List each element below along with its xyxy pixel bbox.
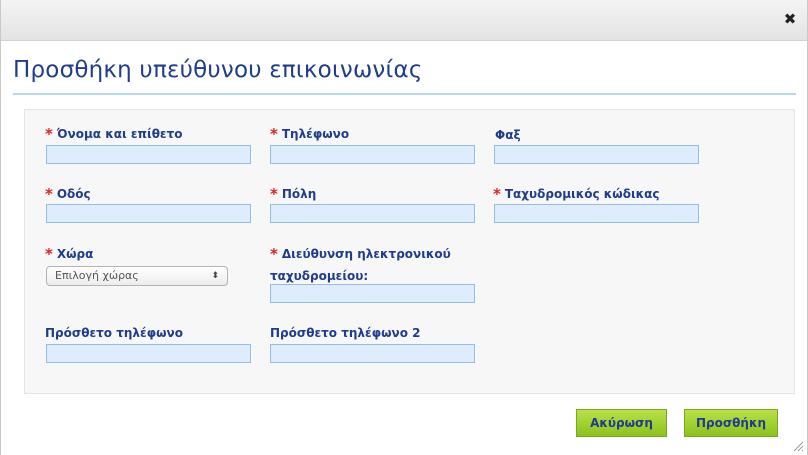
extra-phone-input[interactable] [46, 344, 251, 363]
phone-field-group: * Τηλέφωνο [270, 124, 349, 143]
fax-label: Φαξ [495, 128, 521, 142]
email-label-line2: ταχυδρομείου: [270, 269, 369, 283]
dialog-titlebar: ✖ [1, 0, 807, 41]
city-label: * Πόλη [270, 185, 317, 203]
street-label: * Οδός [45, 185, 91, 203]
email-input[interactable] [270, 284, 475, 303]
dialog: ✖ Προσθήκη υπεύθυνου επικοινωνίας * Όνομα… [0, 0, 808, 455]
name-field-group: * Όνομα και επίθετο [45, 124, 183, 143]
street-field-group: * Οδός [45, 184, 91, 203]
fax-field-group: Φαξ [495, 126, 521, 144]
extra-phone-label: Πρόσθετο τηλέφωνο [45, 326, 183, 340]
city-field-group: * Πόλη [270, 184, 316, 203]
extra-phone-field-group: Πρόσθετο τηλέφωνο [45, 324, 183, 342]
required-marker: * [270, 125, 278, 143]
country-label: * Χώρα [45, 245, 94, 263]
email-label-line1: * Διεύθυνση ηλεκτρονικού [270, 245, 451, 263]
name-input[interactable] [46, 145, 251, 164]
contact-form-panel: * Όνομα και επίθετο * Τηλέφωνο Φαξ * Οδός *… [24, 109, 795, 394]
updown-arrows-icon: ⬍ [211, 271, 219, 281]
required-marker: * [45, 245, 53, 263]
required-marker: * [45, 185, 53, 203]
postal-code-label: * Ταχυδρομικός κώδικας [493, 185, 660, 203]
extra-phone-2-input[interactable] [270, 344, 475, 363]
phone-label: * Τηλέφωνο [270, 125, 350, 143]
postal-code-input[interactable] [494, 204, 699, 223]
add-button[interactable]: Προσθήκη [684, 409, 778, 437]
resize-grip-icon[interactable] [792, 440, 804, 452]
phone-input[interactable] [270, 145, 475, 164]
required-marker: * [270, 245, 278, 263]
required-marker: * [270, 185, 278, 203]
cancel-button[interactable]: Ακύρωση [576, 409, 667, 437]
dialog-title: Προσθήκη υπεύθυνου επικοινωνίας [13, 57, 423, 83]
title-divider [13, 93, 796, 95]
name-label: * Όνομα και επίθετο [45, 125, 183, 143]
required-marker: * [493, 185, 501, 203]
country-select-value: Επιλογή χώρας [55, 269, 139, 282]
extra-phone-2-field-group: Πρόσθετο τηλέφωνο 2 [270, 324, 420, 342]
close-icon[interactable]: ✖ [783, 12, 797, 27]
extra-phone-2-label: Πρόσθετο τηλέφωνο 2 [270, 326, 421, 340]
postal-code-field-group: * Ταχυδρομικός κώδικας [493, 184, 660, 203]
country-select[interactable]: Επιλογή χώρας ⬍ [46, 266, 228, 286]
city-input[interactable] [270, 204, 475, 223]
street-input[interactable] [46, 204, 251, 223]
country-field-group: * Χώρα [45, 244, 93, 263]
required-marker: * [45, 125, 53, 143]
fax-input[interactable] [494, 145, 699, 164]
email-field-group: * Διεύθυνση ηλεκτρονικού ταχυδρομείου: [270, 244, 451, 285]
